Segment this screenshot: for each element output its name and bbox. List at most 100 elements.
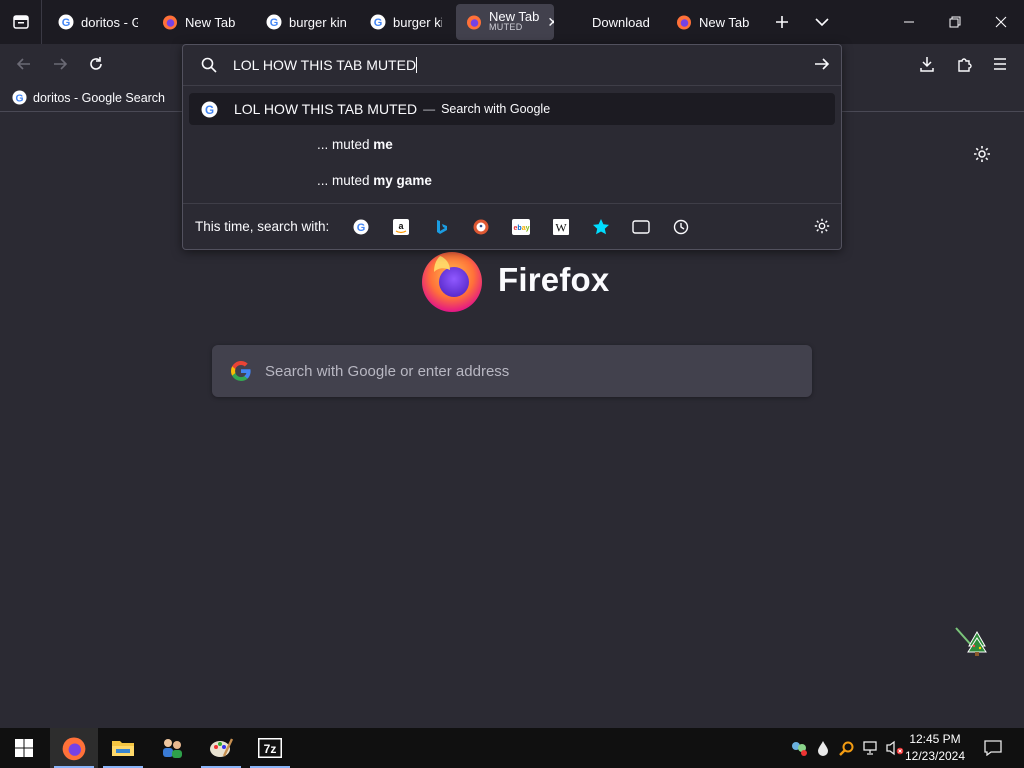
- engine-amazon[interactable]: a: [381, 212, 421, 242]
- start-button[interactable]: [0, 728, 48, 768]
- magnifier-icon: [839, 741, 854, 756]
- list-all-tabs-button[interactable]: [802, 0, 842, 44]
- go-arrow-icon[interactable]: [813, 55, 831, 73]
- engine-duckduckgo[interactable]: [461, 212, 501, 242]
- taskbar-users-app[interactable]: [148, 728, 196, 768]
- page-search-placeholder: Search with Google or enter address: [265, 362, 510, 380]
- firefox-logo: Firefox: [420, 248, 609, 312]
- urlbar-input-row[interactable]: LOL HOW THIS TAB MUTED: [183, 45, 841, 86]
- clock-date: 12/23/2024: [904, 749, 966, 763]
- firefox-icon: [467, 15, 481, 30]
- tray-droplet[interactable]: [812, 728, 834, 768]
- close-window-button[interactable]: [978, 0, 1024, 44]
- gear-icon: [974, 146, 990, 162]
- tab-label: New Tab: [699, 14, 750, 30]
- tab-label: burger king: [289, 14, 346, 30]
- engine-bing[interactable]: [421, 212, 461, 242]
- result-separator: —: [423, 102, 436, 116]
- engine-google[interactable]: G: [341, 212, 381, 242]
- windows-taskbar: 7z 12:45 PM 12/23/2024: [0, 728, 1024, 768]
- firefox-logo-icon: [422, 252, 482, 312]
- tab-label: New Tab: [489, 11, 540, 22]
- hamburger-menu-icon: [994, 58, 1006, 70]
- tab-download[interactable]: Download: [558, 4, 662, 40]
- tray-network-tool[interactable]: [788, 728, 810, 768]
- bookmark-label: doritos - Google Search: [33, 90, 166, 105]
- customize-page-button[interactable]: [972, 144, 992, 169]
- amazon-icon: a: [393, 218, 410, 235]
- page-search-box[interactable]: Search with Google or enter address: [212, 345, 812, 397]
- google-icon: G: [201, 101, 218, 117]
- svg-text:G: G: [62, 17, 71, 29]
- tab-new-tab-2[interactable]: New Tab: [666, 4, 760, 40]
- google-icon: G: [12, 90, 27, 105]
- close-icon: [995, 16, 1007, 28]
- minimize-button[interactable]: [886, 0, 932, 44]
- tab-burger-king-1[interactable]: G burger king: [256, 4, 356, 40]
- suggestion-bold: my game: [373, 173, 432, 188]
- result-text: LOL HOW THIS TAB MUTED: [234, 101, 418, 117]
- tab-label: burger king: [393, 14, 442, 30]
- urlbar-suggestion-2[interactable]: ... muted my game: [317, 173, 432, 188]
- ebay-icon: ebay: [512, 218, 531, 235]
- taskbar-file-explorer[interactable]: [99, 728, 147, 768]
- engine-wikipedia[interactable]: W: [541, 212, 581, 242]
- bing-icon: [437, 219, 448, 234]
- reload-button[interactable]: [82, 50, 110, 78]
- forward-button[interactable]: [46, 50, 74, 78]
- restore-icon: [949, 16, 961, 28]
- notification-icon: [984, 740, 1002, 756]
- file-explorer-icon: [112, 741, 134, 756]
- downloads-button[interactable]: [913, 50, 941, 78]
- new-tab-button[interactable]: [762, 0, 802, 44]
- one-off-search-bar: This time, search with: G a ebay W: [183, 203, 841, 249]
- tray-network[interactable]: [860, 728, 882, 768]
- network-tool-icon: [792, 742, 807, 756]
- result-action: Search with Google: [441, 102, 551, 116]
- app-menu-button[interactable]: [986, 50, 1014, 78]
- reload-icon: [90, 57, 102, 70]
- taskbar-firefox[interactable]: [50, 728, 98, 768]
- extensions-button[interactable]: [950, 50, 978, 78]
- close-tab-icon[interactable]: ✕: [547, 14, 554, 31]
- google-icon: G: [353, 219, 369, 234]
- tray-search-tool[interactable]: [836, 728, 858, 768]
- urlbar-result-search[interactable]: G LOL HOW THIS TAB MUTED — Search with G…: [189, 93, 835, 125]
- google-icon: G: [266, 14, 282, 30]
- svg-text:W: W: [556, 220, 568, 234]
- search-tabs[interactable]: [621, 212, 661, 242]
- search-history[interactable]: [661, 212, 701, 242]
- back-button[interactable]: [10, 50, 38, 78]
- urlbar-input[interactable]: LOL HOW THIS TAB MUTED: [233, 57, 418, 73]
- search-settings-button[interactable]: [813, 217, 831, 240]
- svg-text:G: G: [205, 103, 214, 116]
- bookmark-doritos[interactable]: G doritos - Google Search: [12, 90, 165, 105]
- search-icon: [201, 57, 217, 73]
- firefox-icon: [163, 15, 177, 30]
- suggestion-prefix: ... muted: [317, 137, 370, 152]
- clock-time: 12:45 PM: [909, 732, 961, 746]
- svg-text:G: G: [357, 222, 366, 234]
- taskbar-clock[interactable]: 12:45 PM 12/23/2024: [900, 731, 970, 765]
- urlbar-value: LOL HOW THIS TAB MUTED: [233, 57, 417, 73]
- firefox-icon: [677, 15, 691, 30]
- download-icon: [920, 57, 934, 72]
- tab-burger-king-2[interactable]: G burger king: [360, 4, 452, 40]
- firefox-view-button[interactable]: [0, 0, 42, 44]
- taskbar-7zip[interactable]: 7z: [246, 728, 294, 768]
- start-icon: [15, 739, 33, 757]
- engine-ebay[interactable]: ebay: [501, 212, 541, 242]
- tab-new-tab-muted[interactable]: New Tab MUTED ✕: [456, 4, 554, 40]
- tab-label: New Tab: [185, 14, 236, 30]
- restore-button[interactable]: [932, 0, 978, 44]
- 7zip-icon: 7z: [258, 738, 282, 758]
- suggestion-bold: me: [373, 137, 393, 152]
- tab-new-tab-1[interactable]: New Tab: [152, 4, 252, 40]
- urlbar-suggestion-1[interactable]: ... muted me: [317, 137, 393, 152]
- search-bookmarks[interactable]: [581, 212, 621, 242]
- tab-doritos[interactable]: G doritos - G: [48, 4, 148, 40]
- taskbar-paint[interactable]: [197, 728, 245, 768]
- plus-icon: [776, 16, 788, 28]
- back-arrow-icon: [16, 58, 30, 70]
- notification-center-button[interactable]: [978, 728, 1008, 768]
